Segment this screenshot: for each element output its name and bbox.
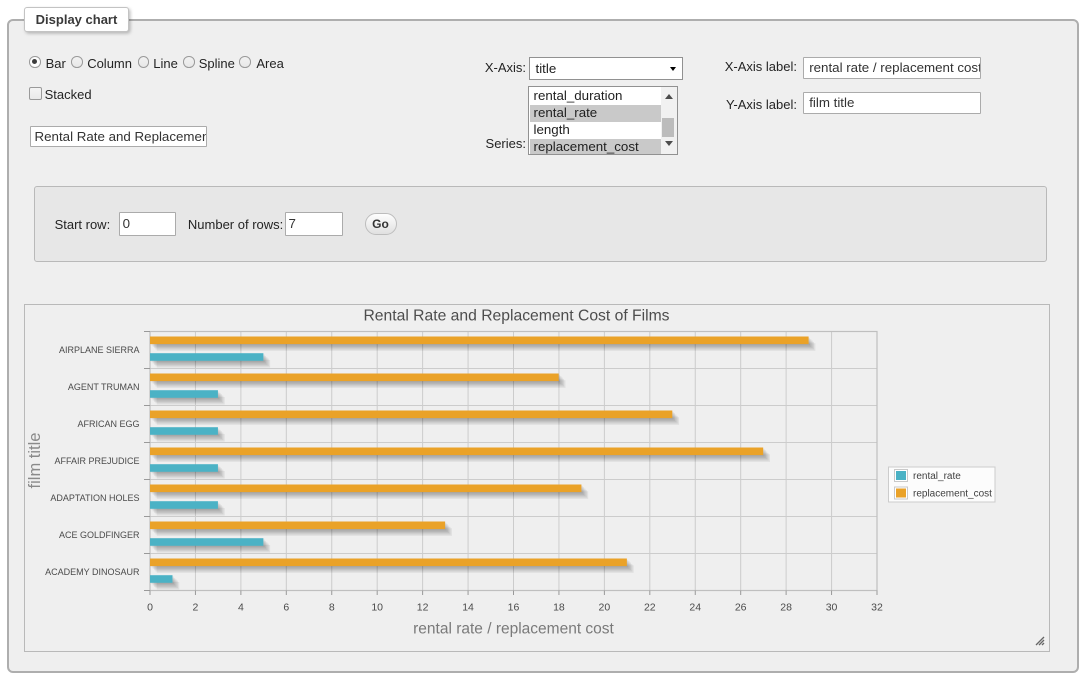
svg-text:8: 8 <box>329 602 335 614</box>
svg-text:32: 32 <box>871 602 883 614</box>
svg-text:AFFAIR PREJUDICE: AFFAIR PREJUDICE <box>54 456 139 466</box>
svg-text:ADAPTATION HOLES: ADAPTATION HOLES <box>50 493 139 503</box>
svg-text:rental rate / replacement cost: rental rate / replacement cost <box>413 621 614 638</box>
svg-text:6: 6 <box>283 602 289 614</box>
svg-text:film title: film title <box>26 433 44 489</box>
svg-text:20: 20 <box>599 602 611 614</box>
svg-text:14: 14 <box>462 602 474 614</box>
svg-text:30: 30 <box>826 602 838 614</box>
svg-text:22: 22 <box>644 602 656 614</box>
svg-text:AIRPLANE SIERRA: AIRPLANE SIERRA <box>59 345 140 355</box>
svg-text:10: 10 <box>371 602 383 614</box>
svg-text:rental_rate: rental_rate <box>913 471 961 482</box>
svg-text:4: 4 <box>238 602 244 614</box>
svg-text:24: 24 <box>689 602 701 614</box>
svg-text:Rental Rate and Replacement Co: Rental Rate and Replacement Cost of Film… <box>363 308 669 325</box>
svg-text:ACADEMY DINOSAUR: ACADEMY DINOSAUR <box>45 567 140 577</box>
svg-text:replacement_cost: replacement_cost <box>913 489 992 500</box>
svg-text:28: 28 <box>780 602 792 614</box>
svg-text:16: 16 <box>508 602 520 614</box>
svg-text:0: 0 <box>147 602 153 614</box>
svg-text:AGENT TRUMAN: AGENT TRUMAN <box>68 382 140 392</box>
svg-text:26: 26 <box>735 602 747 614</box>
svg-text:18: 18 <box>553 602 565 614</box>
svg-text:AFRICAN EGG: AFRICAN EGG <box>77 419 139 429</box>
svg-text:12: 12 <box>417 602 429 614</box>
svg-text:2: 2 <box>193 602 199 614</box>
svg-text:ACE GOLDFINGER: ACE GOLDFINGER <box>59 530 140 540</box>
